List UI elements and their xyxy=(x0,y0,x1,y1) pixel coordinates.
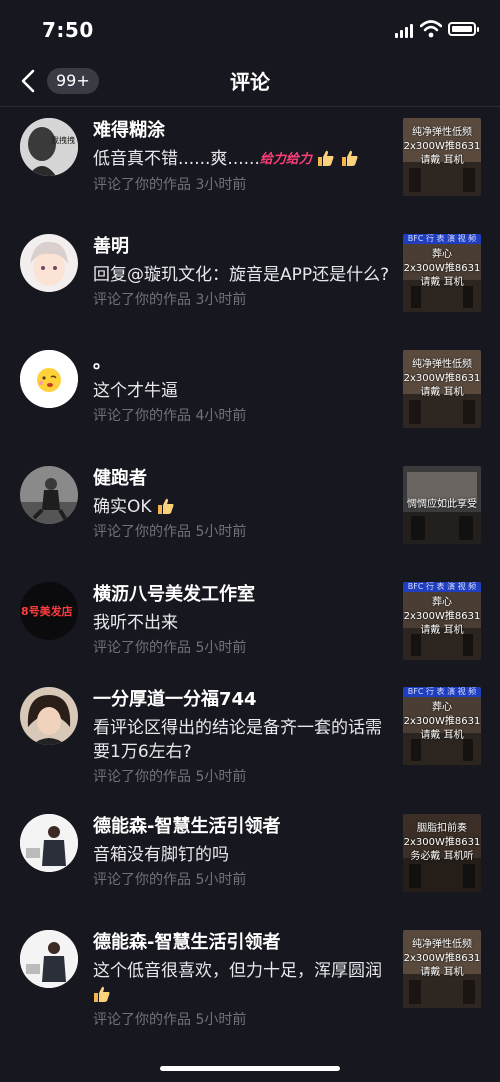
avatar[interactable] xyxy=(20,466,78,524)
thumbs-up-icon xyxy=(94,986,110,1002)
comment-meta: 评论了你的作品 4小时前 xyxy=(93,408,247,424)
comment-list: 我拽拽 难得糊涂 低音真不错......爽......给力给力 评论了你的作品 … xyxy=(0,107,500,1035)
comment-meta: 评论了你的作品 5小时前 xyxy=(93,1012,247,1028)
comment-text: 音箱没有脚钉的吗 xyxy=(93,845,229,865)
nav-bar: 评论 99+ xyxy=(0,58,500,107)
username[interactable]: 德能森-智慧生活引领者 xyxy=(93,814,395,840)
username[interactable]: 一分厚道一分福744 xyxy=(93,687,395,713)
comment-text: 我听不出来 xyxy=(93,613,178,633)
video-thumbnail[interactable]: BFC 行 表 演 视 频 葬心 2x300W推8631 请戴 耳机 xyxy=(403,582,481,660)
comment-body: 确实OK xyxy=(93,497,152,517)
avatar[interactable]: 8号美发店 xyxy=(20,582,78,640)
avatar-caption: 8号美发店 xyxy=(21,605,73,618)
signal-icon xyxy=(395,24,415,38)
comment-meta: 评论了你的作品 5小时前 xyxy=(93,524,247,540)
battery-icon xyxy=(448,22,479,36)
avatar[interactable] xyxy=(20,234,78,292)
username[interactable]: 善明 xyxy=(93,234,395,260)
list-item[interactable]: 我拽拽 难得糊涂 低音真不错......爽......给力给力 评论了你的作品 … xyxy=(0,107,500,223)
sticker-text: 给力给力 xyxy=(259,152,312,167)
username[interactable]: 难得糊涂 xyxy=(93,118,395,144)
video-thumbnail[interactable]: 胭脂扣前奏 2x300W推8631 务必戴 耳机听 xyxy=(403,814,481,892)
comment-meta: 评论了你的作品 5小时前 xyxy=(93,640,247,656)
comment-text: 看评论区得出的结论是备齐一套的话需要1万6左右? xyxy=(93,718,382,762)
video-thumbnail[interactable]: 纯净弹性低频 2x300W推8631 请戴 耳机 xyxy=(403,930,481,1008)
comment-text: 这个低音很喜欢，但力十足，浑厚圆润 xyxy=(93,959,395,1007)
status-bar: 7:50 xyxy=(0,0,500,58)
comment-body: 低音真不错......爽...... xyxy=(93,149,260,169)
unread-badge[interactable]: 99+ xyxy=(47,68,99,94)
comment-text: 低音真不错......爽......给力给力 xyxy=(93,147,395,172)
video-thumbnail[interactable]: 纯净弹性低频 2x300W推8631 请戴 耳机 xyxy=(403,350,481,428)
status-time: 7:50 xyxy=(42,18,94,42)
back-icon[interactable] xyxy=(16,66,42,96)
comment-meta: 评论了你的作品 5小时前 xyxy=(93,872,247,888)
list-item[interactable]: 8号美发店 横沥八号美发工作室 我听不出来 评论了你的作品 5小时前 BFC 行… xyxy=(0,571,500,687)
username[interactable]: 健跑者 xyxy=(93,466,395,492)
avatar-caption: 我拽拽 xyxy=(51,136,75,145)
avatar[interactable] xyxy=(20,814,78,872)
avatar[interactable]: 我拽拽 xyxy=(20,118,78,176)
comment-meta: 评论了你的作品 5小时前 xyxy=(93,769,247,785)
wifi-icon xyxy=(420,20,442,38)
username[interactable]: 。 xyxy=(93,350,395,376)
list-item[interactable]: 健跑者 确实OK 评论了你的作品 5小时前 惆惆应如此享受 xyxy=(0,455,500,571)
avatar[interactable] xyxy=(20,350,78,408)
avatar[interactable] xyxy=(20,687,78,745)
video-thumbnail[interactable]: BFC 行 表 演 视 频 葬心 2x300W推8631 请戴 耳机 xyxy=(403,687,481,765)
list-item[interactable]: 善明 回复@璇玑文化：旋音是APP还是什么? 评论了你的作品 3小时前 BFC … xyxy=(0,223,500,339)
thumbs-up-icon xyxy=(157,498,174,514)
comment-text: 确实OK xyxy=(93,495,395,519)
thumbnail-header: BFC 行 表 演 视 频 xyxy=(403,582,481,592)
comment-meta: 评论了你的作品 3小时前 xyxy=(93,292,247,308)
video-thumbnail[interactable]: 惆惆应如此享受 xyxy=(403,466,481,544)
list-item[interactable]: 德能森-智慧生活引领者 音箱没有脚钉的吗 评论了你的作品 5小时前 胭脂扣前奏 … xyxy=(0,803,500,919)
username[interactable]: 德能森-智慧生活引领者 xyxy=(93,930,395,956)
comment-text: 这个才牛逼 xyxy=(93,381,178,401)
comment-meta: 评论了你的作品 3小时前 xyxy=(93,177,247,193)
list-item[interactable]: 。 这个才牛逼 评论了你的作品 4小时前 纯净弹性低频 2x300W推8631 … xyxy=(0,339,500,455)
thumbs-up-icon xyxy=(318,150,334,166)
thumbnail-header: BFC 行 表 演 视 频 xyxy=(403,234,481,244)
comment-body: 这个低音很喜欢，但力十足，浑厚圆润 xyxy=(93,961,382,981)
list-item[interactable]: 一分厚道一分福744 看评论区得出的结论是备齐一套的话需要1万6左右? 评论了你… xyxy=(0,687,500,803)
thumbnail-header: BFC 行 表 演 视 频 xyxy=(403,687,481,697)
comment-text: 回复@璇玑文化：旋音是APP还是什么? xyxy=(93,265,390,285)
video-thumbnail[interactable]: BFC 行 表 演 视 频 葬心 2x300W推8631 请戴 耳机 xyxy=(403,234,481,312)
list-item[interactable]: 德能森-智慧生活引领者 这个低音很喜欢，但力十足，浑厚圆润 评论了你的作品 5小… xyxy=(0,919,500,1035)
home-indicator xyxy=(160,1066,340,1071)
username[interactable]: 横沥八号美发工作室 xyxy=(93,582,395,608)
video-thumbnail[interactable]: 纯净弹性低频 2x300W推8631 请戴 耳机 xyxy=(403,118,481,196)
avatar[interactable] xyxy=(20,930,78,988)
thumbs-up-icon xyxy=(341,150,358,166)
